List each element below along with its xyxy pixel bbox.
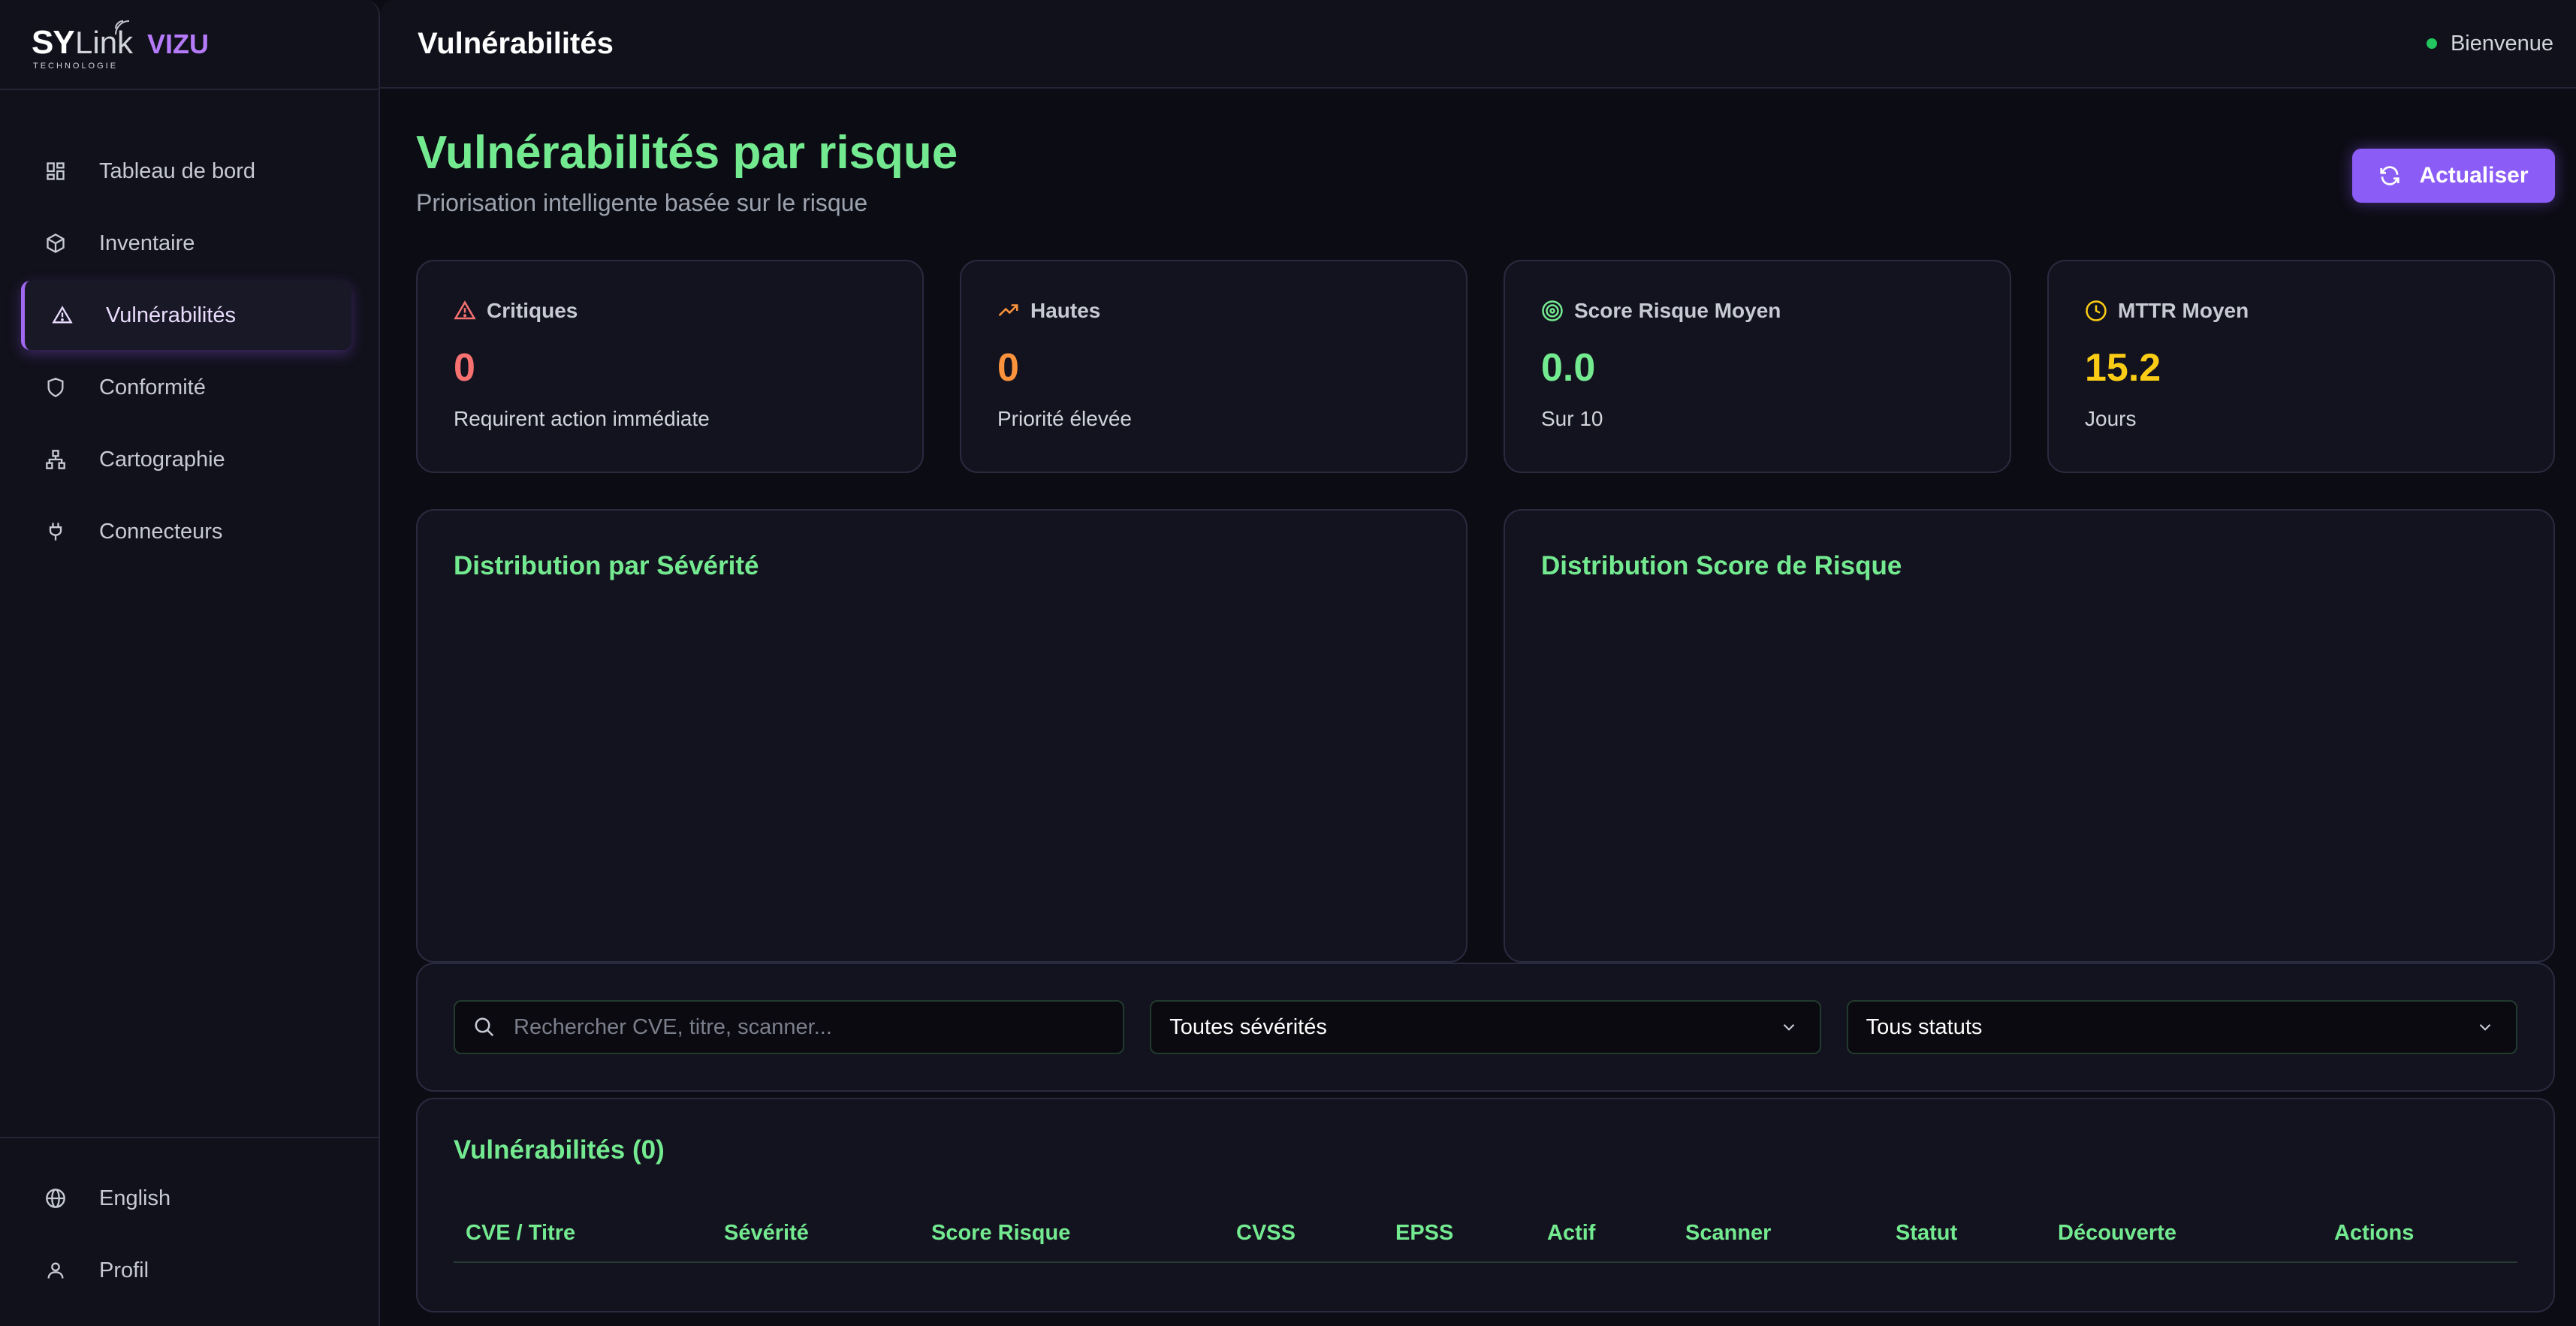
refresh-label: Actualiser <box>2419 163 2529 188</box>
column-header-severity[interactable]: Sévérité <box>724 1221 809 1246</box>
column-header-epss[interactable]: EPSS <box>1395 1221 1453 1246</box>
column-header-scanner[interactable]: Scanner <box>1685 1221 1771 1246</box>
severity-distribution-card: Distribution par Sévérité <box>416 509 1467 963</box>
stat-label: Hautes <box>1030 299 1101 322</box>
charts-row: Distribution par Sévérité Distribution S… <box>416 509 2555 963</box>
plug-icon <box>44 520 68 544</box>
column-header-actions: Actions <box>2334 1221 2415 1245</box>
page-title: Vulnérabilités par risque <box>416 127 958 179</box>
stat-value: 15.2 <box>2085 346 2161 390</box>
user-icon <box>44 1258 68 1282</box>
stat-label: Score Risque Moyen <box>1574 299 1781 322</box>
stat-value: 0.0 <box>1541 346 1596 390</box>
welcome-status: Bienvenue <box>2426 31 2553 56</box>
column-header-risk-score[interactable]: Score Risque <box>931 1221 1070 1246</box>
target-icon <box>1542 300 1563 321</box>
refresh-button[interactable]: Actualiser <box>2352 149 2555 203</box>
sidebar-item-label: Inventaire <box>99 231 195 255</box>
refresh-icon <box>2380 166 2400 185</box>
language-label: English <box>99 1186 171 1210</box>
status-select-value: Tous statuts <box>1866 1014 1983 1039</box>
header-title: Vulnérabilités <box>418 26 614 60</box>
dashboard-icon <box>44 159 68 183</box>
profile-label: Profil <box>99 1258 149 1282</box>
page-header: Vulnérabilités par risque Priorisation i… <box>416 89 2555 260</box>
stat-label: MTTR Moyen <box>2118 299 2249 322</box>
sidebar: SY Link TECHNOLOGIE VIZU Tableau de bord… <box>0 0 380 1326</box>
sidebar-item-vulnerabilities[interactable]: Vulnérabilités <box>21 281 351 350</box>
stat-card-mttr: MTTR Moyen 15.2 Jours <box>2047 260 2555 473</box>
stat-note: Jours <box>2085 407 2137 430</box>
risk-chart-title: Distribution Score de Risque <box>1541 551 1902 580</box>
profile-link[interactable]: Profil <box>21 1236 351 1305</box>
risk-distribution-card: Distribution Score de Risque <box>1504 509 2555 963</box>
column-header-status[interactable]: Statut <box>1896 1221 1957 1246</box>
sidebar-item-inventory[interactable]: Inventaire <box>21 209 351 278</box>
warning-icon <box>454 300 476 320</box>
stats-row: Critiques 0 Requirent action immédiate H… <box>416 260 2555 473</box>
sidebar-nav: Tableau de bord Inventaire Vulnérabilité… <box>0 90 379 566</box>
chevron-down-icon <box>1783 1023 1794 1031</box>
logo-subtitle: TECHNOLOGIE <box>33 62 119 71</box>
stat-note: Requirent action immédiate <box>454 407 710 430</box>
globe-icon <box>44 1186 68 1210</box>
stat-label: Critiques <box>487 299 578 322</box>
column-header-asset[interactable]: Actif <box>1547 1221 1595 1246</box>
trending-up-icon <box>998 304 1018 317</box>
top-header: Vulnérabilités Bienvenue <box>380 0 2576 89</box>
severity-select-value: Toutes sévérités <box>1169 1014 1327 1039</box>
status-select[interactable]: Tous statuts <box>1846 1000 2517 1054</box>
table-title: Vulnérabilités (0) <box>454 1135 665 1165</box>
sidebar-item-label: Cartographie <box>99 447 225 472</box>
stat-note: Priorité élevée <box>997 407 1132 430</box>
network-icon <box>44 448 68 472</box>
shield-icon <box>44 375 68 399</box>
main-content: Vulnérabilités par risque Priorisation i… <box>416 89 2555 1312</box>
logo-sy: SY <box>32 24 75 61</box>
online-status-dot <box>2426 38 2437 49</box>
severity-chart-title: Distribution par Sévérité <box>454 551 759 580</box>
sidebar-item-label: Conformité <box>99 375 206 399</box>
stat-card-high: Hautes 0 Priorité élevée <box>960 260 1467 473</box>
severity-select[interactable]: Toutes sévérités <box>1150 1000 1821 1054</box>
product-name: VIZU <box>147 29 210 59</box>
sylink-logo[interactable]: SY Link TECHNOLOGIE <box>32 18 137 71</box>
box-icon <box>44 231 68 255</box>
stat-value: 0 <box>454 346 475 390</box>
filters-bar: Rechercher CVE, titre, scanner... Toutes… <box>416 963 2555 1092</box>
column-header-cvss[interactable]: CVSS <box>1236 1221 1296 1246</box>
page-subtitle: Priorisation intelligente basée sur le r… <box>416 189 868 216</box>
clock-icon <box>2086 300 2107 321</box>
sidebar-item-label: Tableau de bord <box>99 158 255 183</box>
sidebar-item-connectors[interactable]: Connecteurs <box>21 497 351 566</box>
stat-value: 0 <box>997 346 1019 390</box>
sidebar-item-compliance[interactable]: Conformité <box>21 353 351 422</box>
sidebar-item-label: Vulnérabilités <box>106 303 237 327</box>
brand: SY Link TECHNOLOGIE VIZU <box>0 0 379 90</box>
sidebar-item-label: Connecteurs <box>99 519 223 544</box>
stat-card-critical: Critiques 0 Requirent action immédiate <box>416 260 924 473</box>
sidebar-item-dashboard[interactable]: Tableau de bord <box>21 137 351 206</box>
table-header-row: CVE / Titre Sévérité Score Risque CVSS E… <box>454 1207 2517 1263</box>
stat-note: Sur 10 <box>1541 407 1603 430</box>
wifi-waves-icon <box>115 20 130 35</box>
vulnerabilities-table: Vulnérabilités (0) CVE / Titre Sévérité … <box>416 1098 2555 1312</box>
language-switch[interactable]: English <box>21 1164 351 1233</box>
sidebar-item-mapping[interactable]: Cartographie <box>21 425 351 494</box>
search-placeholder: Rechercher CVE, titre, scanner... <box>514 1014 832 1039</box>
welcome-text: Bienvenue <box>2450 31 2553 56</box>
search-input[interactable]: Rechercher CVE, titre, scanner... <box>454 1000 1125 1054</box>
stat-card-risk-score: Score Risque Moyen 0.0 Sur 10 <box>1504 260 2011 473</box>
column-header-discovered[interactable]: Découverte <box>2058 1221 2176 1246</box>
warning-icon <box>50 303 74 327</box>
chevron-down-icon <box>2479 1023 2491 1031</box>
sidebar-footer: English Profil <box>0 1137 379 1326</box>
column-header-cve[interactable]: CVE / Titre <box>466 1221 575 1246</box>
search-icon <box>475 1017 494 1037</box>
